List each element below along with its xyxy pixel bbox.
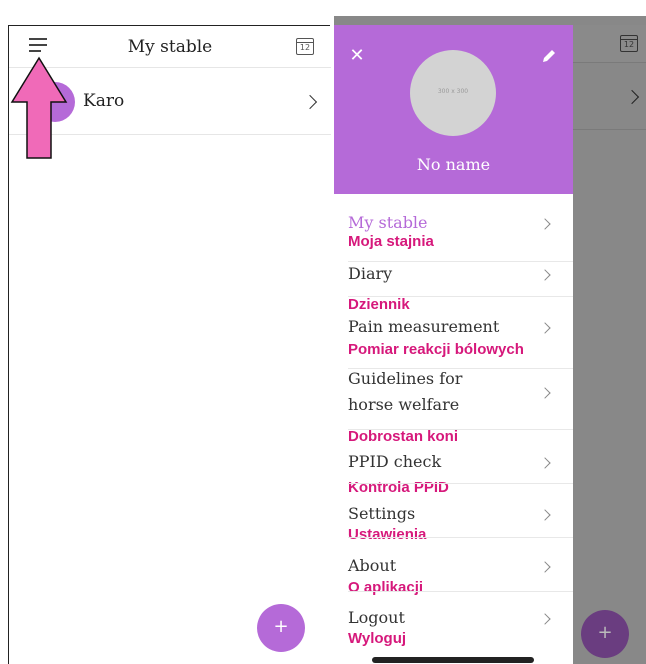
menu-item-label: Logout [348, 608, 405, 627]
menu-item-about[interactable]: About O aplikacji [334, 554, 573, 608]
calendar-day: 12 [299, 43, 311, 52]
menu-item-label: Diary [348, 264, 393, 283]
menu-item-label-line2: horse welfare [348, 395, 460, 414]
menu-item-label: Pain measurement [348, 317, 500, 336]
menu-item-logout[interactable]: Logout Wyloguj [334, 606, 573, 656]
menu-item-label: Guidelines for [348, 369, 463, 388]
drawer-header: ✕ 300 x 300 No name [334, 25, 573, 194]
chevron-right-icon [539, 269, 551, 281]
menu-item-label: About [348, 556, 397, 575]
menu-divider [348, 296, 573, 297]
add-horse-button[interactable]: + [257, 604, 305, 652]
menu-item-my-stable[interactable]: My stable Moja stajnia [334, 211, 573, 261]
chevron-right-icon [624, 89, 640, 105]
chevron-right-icon [302, 94, 318, 110]
chevron-right-icon [539, 613, 551, 625]
menu-divider [348, 537, 573, 538]
close-icon[interactable]: ✕ [348, 47, 366, 65]
home-indicator [372, 657, 534, 663]
menu-item-pain-measurement[interactable]: Pain measurement Pomiar reakcji bólowych [334, 315, 573, 369]
calendar-day: 12 [623, 40, 635, 49]
dimmed-add-button: + [581, 610, 629, 658]
menu-item-settings[interactable]: Settings Ustawienia [334, 502, 573, 556]
profile-name: No name [416, 155, 491, 174]
chevron-right-icon [539, 322, 551, 334]
chevron-right-icon [539, 218, 551, 230]
menu-item-label: Settings [348, 504, 416, 523]
menu-item-translation: Ustawienia [348, 526, 427, 543]
profile-avatar[interactable]: 300 x 300 [410, 50, 496, 136]
pencil-icon[interactable] [540, 47, 558, 65]
avatar-placeholder-text: 300 x 300 [437, 88, 469, 95]
chevron-right-icon [539, 387, 551, 399]
menu-item-translation: Kontrola PPID [348, 479, 449, 496]
menu-item-translation: Dobrostan koni [348, 428, 459, 445]
menu-item-label: PPID check [348, 452, 442, 471]
menu-item-guidelines[interactable]: Guidelines for horse welfare Dobrostan k… [334, 367, 573, 447]
menu-item-translation: Pomiar reakcji bólowych [348, 341, 524, 358]
menu-item-ppid-check[interactable]: PPID check Kontrola PPID [334, 450, 573, 504]
page-title: My stable [127, 37, 213, 57]
pink-arrow-icon [10, 56, 68, 159]
menu-item-translation: Moja stajnia [348, 233, 434, 250]
menu-item-label: My stable [348, 213, 428, 232]
menu-open-screen: 12 + ✕ 300 x 300 No name My stable Moja … [334, 16, 646, 664]
calendar-icon: 12 [620, 35, 638, 52]
menu-item-translation: Dziennik [348, 296, 410, 313]
dimmed-header: 12 [573, 25, 646, 63]
calendar-icon[interactable]: 12 [296, 38, 314, 55]
menu-item-translation: O aplikacji [348, 579, 424, 596]
menu-divider [348, 591, 573, 592]
chevron-right-icon [539, 457, 551, 469]
horse-name: Karo [83, 91, 125, 111]
dimmed-horse-row [573, 64, 646, 130]
menu-item-translation: Wyloguj [348, 630, 407, 647]
menu-divider [348, 429, 573, 430]
chevron-right-icon [539, 509, 551, 521]
side-drawer: ✕ 300 x 300 No name My stable Moja stajn… [334, 25, 573, 664]
chevron-right-icon [539, 561, 551, 573]
menu-divider [348, 483, 573, 484]
